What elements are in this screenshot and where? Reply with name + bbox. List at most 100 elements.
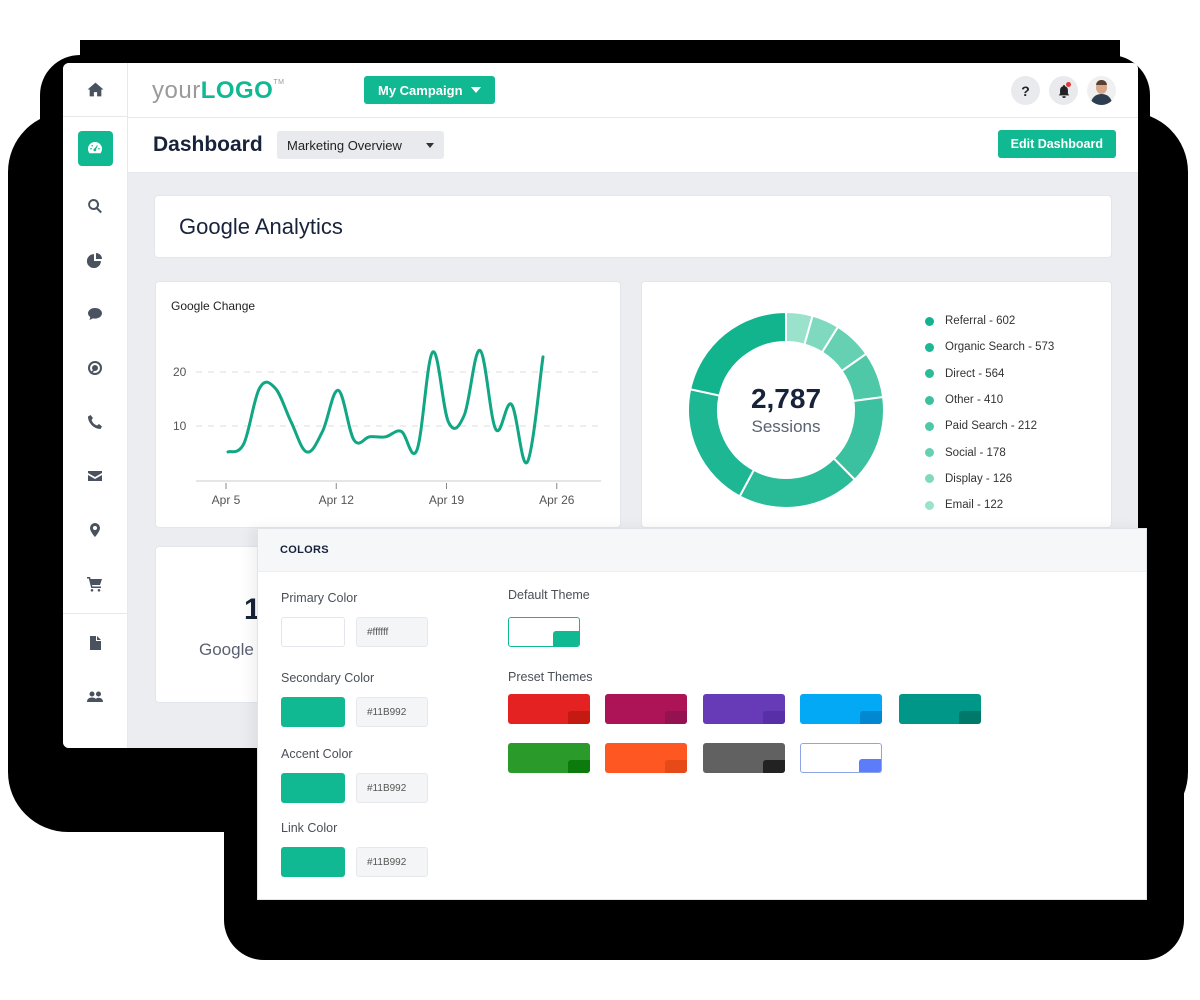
- preset-theme-tile[interactable]: [703, 694, 785, 724]
- top-bar: yourLOGOTM My Campaign ?: [128, 63, 1138, 118]
- preset-theme-tile[interactable]: [703, 743, 785, 773]
- caret-down-icon: [470, 87, 481, 93]
- donut-center: 2,787 Sessions: [688, 312, 884, 508]
- legend-swatch: [925, 369, 934, 379]
- theme-accent-corner: [665, 711, 687, 724]
- target-icon: [88, 361, 102, 375]
- cart-icon: [87, 577, 102, 592]
- default-theme-label: Default Theme: [508, 588, 590, 602]
- preset-theme-tile[interactable]: [508, 743, 590, 773]
- preset-theme-tile[interactable]: [605, 743, 687, 773]
- legend-item: Display - 126: [925, 466, 1054, 492]
- color-swatch[interactable]: [281, 847, 345, 877]
- dashboard-view-select[interactable]: Marketing Overview: [277, 131, 444, 159]
- x-tick-label: Apr 26: [539, 493, 575, 507]
- kpi-label: Google: [199, 640, 254, 659]
- field-label: Link Color: [281, 821, 338, 835]
- edit-dashboard-button[interactable]: Edit Dashboard: [997, 130, 1116, 158]
- x-tick-label: Apr 19: [429, 493, 465, 507]
- preset-themes-label: Preset Themes: [508, 670, 593, 684]
- campaign-dropdown-button[interactable]: My Campaign: [364, 76, 495, 104]
- sidebar-item-documents[interactable]: [63, 616, 127, 670]
- line-chart-widget: Google Change 10 20 Apr 5 Apr 12 Apr 19 Apr 2…: [155, 281, 621, 528]
- legend-item: Direct - 564: [925, 361, 1054, 387]
- theme-accent-corner: [665, 760, 687, 773]
- preset-theme-tile[interactable]: [605, 694, 687, 724]
- dashboard-toolbar: Dashboard Marketing Overview Edit Dashbo…: [128, 118, 1138, 173]
- sidebar-item-calls[interactable]: [63, 395, 127, 449]
- legend-item: Email - 122: [925, 492, 1054, 518]
- preset-theme-tile[interactable]: [800, 694, 882, 724]
- field-label: Accent Color: [281, 747, 353, 761]
- theme-accent-corner: [553, 631, 579, 646]
- sidebar: [63, 63, 128, 748]
- legend-swatch: [925, 395, 934, 405]
- logo[interactable]: yourLOGOTM: [152, 77, 284, 105]
- colors-panel: COLORS Primary Color #ffffff Secondary C…: [257, 528, 1147, 900]
- envelope-icon: [88, 471, 102, 481]
- legend-label: Referral - 602: [945, 315, 1016, 328]
- sessions-label: Sessions: [751, 417, 821, 436]
- legend-swatch: [925, 342, 934, 352]
- field-label: Primary Color: [281, 591, 358, 605]
- color-swatch[interactable]: [281, 773, 345, 803]
- sidebar-item-reports[interactable]: [63, 233, 127, 287]
- hex-input[interactable]: #11B992: [356, 773, 428, 803]
- color-swatch[interactable]: [281, 617, 345, 647]
- link-color-field: Link Color #11B992: [281, 821, 428, 877]
- sidebar-item-ecommerce[interactable]: [63, 557, 127, 611]
- sessions-total: 2,787: [750, 383, 822, 414]
- colors-panel-header: COLORS: [258, 529, 1146, 572]
- preset-theme-tile[interactable]: [508, 694, 590, 724]
- legend-label: Other - 410: [945, 394, 1004, 407]
- legend-label: Organic Search - 573: [945, 341, 1055, 354]
- preset-theme-tile[interactable]: [800, 743, 882, 773]
- sidebar-item-email[interactable]: [63, 449, 127, 503]
- sidebar-item-users[interactable]: [63, 670, 127, 724]
- caret-down-icon: [426, 142, 434, 148]
- theme-accent-corner: [859, 759, 881, 772]
- hex-input[interactable]: #ffffff: [356, 617, 428, 647]
- sidebar-item-chat[interactable]: [63, 287, 127, 341]
- hex-input[interactable]: #11B992: [356, 697, 428, 727]
- view-select-value: Marketing Overview: [287, 137, 402, 153]
- hex-input[interactable]: #11B992: [356, 847, 428, 877]
- legend-item: Social - 178: [925, 439, 1054, 465]
- sidebar-item-search[interactable]: [63, 179, 127, 233]
- legend-item: Other - 410: [925, 387, 1054, 413]
- legend-swatch: [925, 316, 934, 326]
- logo-trademark: TM: [273, 79, 285, 86]
- sidebar-item-dashboard[interactable]: [63, 117, 127, 179]
- sidebar-item-home[interactable]: [63, 63, 127, 117]
- phone-icon: [88, 415, 102, 429]
- donut-legend: Referral - 602 Organic Search - 573 Direct…: [925, 308, 1054, 518]
- sidebar-item-integrations[interactable]: [63, 724, 127, 748]
- map-pin-icon: [90, 523, 100, 537]
- default-theme-tile[interactable]: [508, 617, 580, 647]
- legend-swatch: [925, 421, 934, 431]
- preset-theme-tile[interactable]: [899, 694, 981, 724]
- logo-prefix: your: [152, 77, 201, 104]
- notifications-button[interactable]: [1049, 76, 1078, 105]
- color-swatch[interactable]: [281, 697, 345, 727]
- legend-label: Direct - 564: [945, 367, 1005, 380]
- line-chart: 10 20 Apr 5 Apr 12 Apr 19 Apr 26: [173, 348, 601, 507]
- campaign-label: My Campaign: [378, 82, 463, 98]
- y-tick-label: 10: [173, 419, 187, 433]
- search-icon: [88, 199, 102, 214]
- accent-color-field: Accent Color #11B992: [281, 747, 428, 803]
- legend-label: Social - 178: [945, 446, 1006, 459]
- legend-swatch: [925, 500, 934, 510]
- user-avatar[interactable]: [1087, 76, 1116, 105]
- pie-chart-icon: [87, 253, 102, 268]
- sidebar-divider: [63, 613, 127, 614]
- help-button[interactable]: ?: [1011, 76, 1040, 105]
- chat-bubble-icon: [88, 308, 102, 320]
- section-title: Google Analytics: [179, 214, 343, 239]
- x-tick-label: Apr 12: [319, 493, 355, 507]
- help-icon: ?: [1021, 82, 1030, 99]
- sidebar-item-locations[interactable]: [63, 503, 127, 557]
- legend-swatch: [925, 474, 934, 484]
- sidebar-item-goals[interactable]: [63, 341, 127, 395]
- notification-dot: [1066, 82, 1071, 87]
